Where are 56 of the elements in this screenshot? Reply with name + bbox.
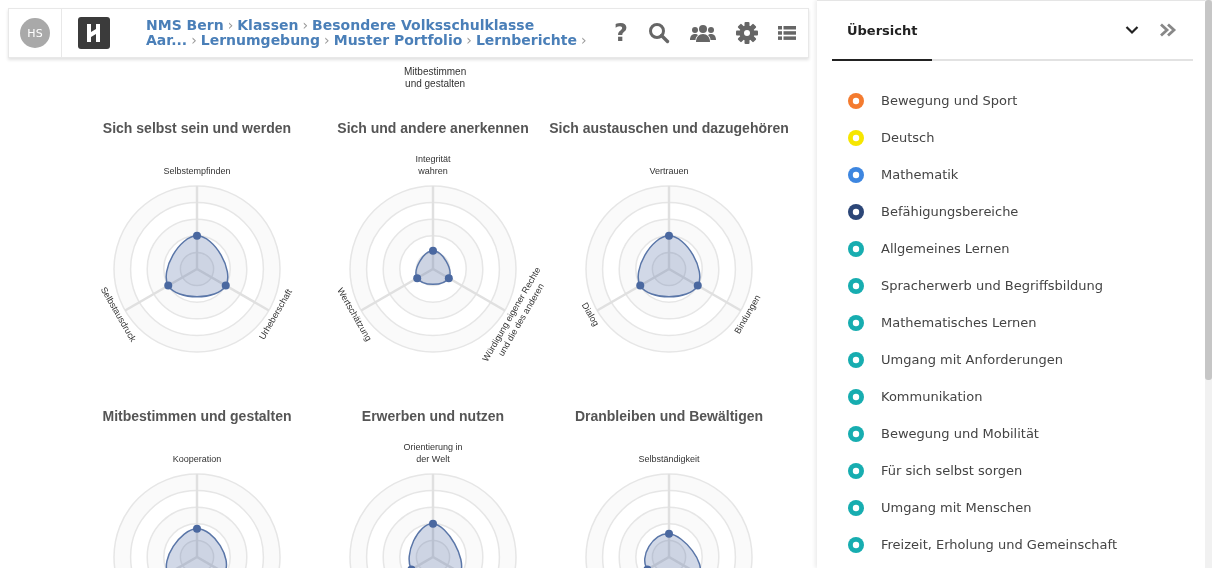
category-link[interactable]: Deutsch xyxy=(881,130,935,145)
breadcrumb-separator: › xyxy=(227,17,234,33)
help-button[interactable]: ? xyxy=(614,19,628,47)
radar-shape xyxy=(164,232,230,298)
chart-title: Sich und andere anerkennen xyxy=(337,120,529,138)
chart-title: Erwerben und nutzen xyxy=(361,408,505,426)
double-chevron-icon[interactable] xyxy=(1159,23,1177,37)
breadcrumb-link[interactable]: Besondere Volksschulklasse xyxy=(312,17,535,33)
chart-title: Sich austauschen und dazugehören xyxy=(549,120,789,138)
radar-shape xyxy=(636,232,702,298)
logo-icon[interactable] xyxy=(78,17,110,49)
axis-label: Integrität wahren xyxy=(415,154,451,177)
scrollbar-thumb[interactable] xyxy=(1205,0,1212,380)
breadcrumb-separator: › xyxy=(302,17,309,33)
chevron-down-icon[interactable] xyxy=(1125,25,1139,35)
category-link[interactable]: Spracherwerb und Begriffsbildung xyxy=(881,278,1104,293)
radar-shape xyxy=(413,247,453,286)
search-icon[interactable] xyxy=(648,22,670,44)
breadcrumb-separator: › xyxy=(580,32,587,48)
axis-label: Orientierung in der Welt xyxy=(403,442,463,465)
breadcrumb-separator: › xyxy=(191,32,197,48)
list-icon[interactable] xyxy=(778,25,796,41)
breadcrumb-link[interactable]: Lernumgebung xyxy=(200,32,321,48)
users-icon[interactable] xyxy=(690,23,716,43)
tab[interactable]: Übersicht xyxy=(832,1,933,61)
category-link[interactable]: Bewegung und Mobilität xyxy=(881,426,1039,441)
breadcrumb-link[interactable]: Aar... xyxy=(146,32,188,48)
settings-icon[interactable] xyxy=(736,22,758,44)
category-link[interactable]: Freizeit, Erholung und Gemeinschaft xyxy=(881,537,1117,552)
breadcrumb-link[interactable]: Klassen xyxy=(237,17,299,33)
breadcrumb-separator: › xyxy=(324,32,330,48)
category-link[interactable]: Befähigungsbereiche xyxy=(881,204,1019,219)
axis-label: Vertrauen xyxy=(649,166,689,177)
axis-label: Selbständigkeit xyxy=(638,454,700,465)
chart-title: Sich selbst sein und werden xyxy=(102,120,292,138)
category-link[interactable]: Für sich selbst sorgen xyxy=(881,463,1023,478)
category-link[interactable]: Allgemeines Lernen xyxy=(881,241,1010,256)
axis-label: Kooperation xyxy=(172,454,222,465)
breadcrumb-link[interactable]: NMS Bern xyxy=(146,17,224,33)
chart-title: Dranbleiben und Bewältigen xyxy=(574,408,764,426)
category-link[interactable]: Umgang mit Menschen xyxy=(881,500,1032,515)
breadcrumb-link[interactable]: Muster Portfolio xyxy=(333,32,463,48)
category-link[interactable]: Mathematik xyxy=(881,167,959,182)
radar-shape xyxy=(165,525,228,568)
category-link[interactable]: Umgang mit Anforderungen xyxy=(881,352,1063,367)
category-link[interactable]: Kommunikation xyxy=(881,389,983,404)
axis-label: Selbstempfinden xyxy=(163,166,231,177)
category-link[interactable]: Bewegung und Sport xyxy=(881,93,1018,108)
chart-title: Mitbestimmen und gestalten xyxy=(102,408,292,426)
axis-label: Mitbestimmen und gestalten xyxy=(404,66,467,90)
category-link[interactable]: Mathematisches Lernen xyxy=(881,315,1037,330)
breadcrumb-link[interactable]: Lernberichte xyxy=(475,32,577,48)
radar-shape xyxy=(643,530,702,568)
scrollbar[interactable] xyxy=(1205,0,1212,568)
radar-shape xyxy=(407,520,463,568)
breadcrumb-separator: › xyxy=(466,32,472,48)
